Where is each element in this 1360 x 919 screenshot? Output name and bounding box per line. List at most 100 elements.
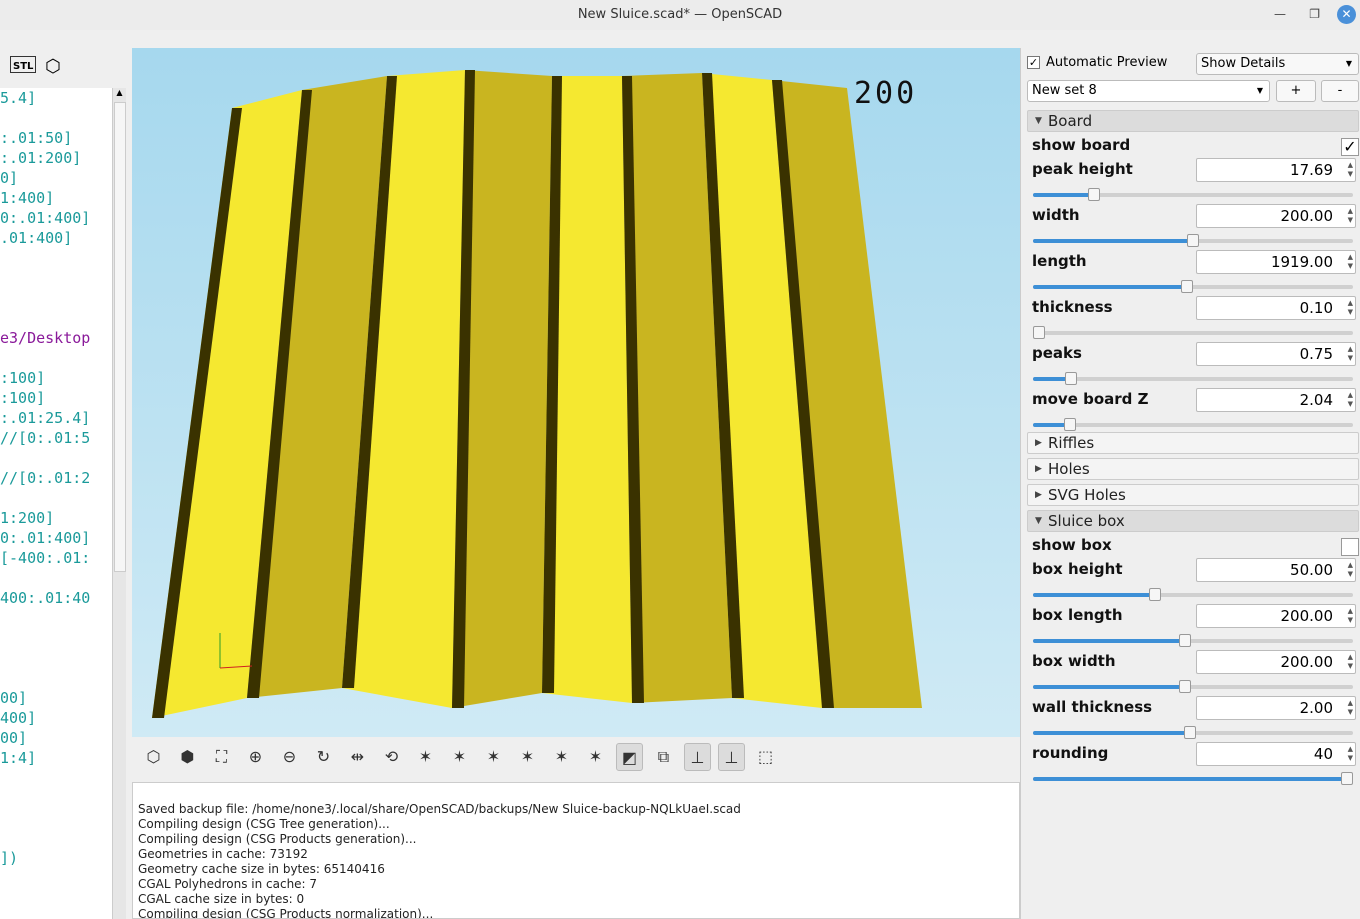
section-sluice-box[interactable]: ▼ Sluice box [1027,510,1359,532]
param-slider[interactable] [1033,634,1353,647]
spinner-icon[interactable]: ▲ ▼ [1348,745,1353,763]
section-board[interactable]: ▼ Board [1027,110,1359,132]
maximize-button[interactable]: ❐ [1309,6,1320,22]
scroll-up-icon[interactable]: ▲ [113,88,126,97]
preview-icon[interactable]: ⬡ [140,743,167,771]
param-value-input[interactable]: 1919.00 ▲ ▼ [1196,250,1356,274]
param-slider[interactable] [1033,772,1353,785]
send-to-print-icon[interactable]: ⬡ [45,56,61,77]
view-perspective-toggle-icon[interactable]: ⇹ [344,743,371,771]
remove-preset-button[interactable]: - [1321,80,1359,102]
orthogonal-icon[interactable]: ⧉ [650,743,677,771]
param-label: wall thickness [1032,698,1153,716]
left-icon[interactable]: ✶ [446,743,473,771]
section-holes[interactable]: ▶ Holes [1027,458,1359,480]
console-line: Geometry cache size in bytes: 65140416 [138,862,385,876]
slider-handle[interactable] [1340,772,1353,785]
spinner-icon[interactable]: ▲ ▼ [1348,161,1353,179]
3d-viewport[interactable]: 200 [132,48,1020,737]
editor-scrollbar[interactable]: ▲ [112,88,126,919]
right-icon[interactable]: ✶ [412,743,439,771]
close-button[interactable]: ✕ [1337,5,1356,24]
slider-handle[interactable] [1033,326,1046,339]
code-line: 400] [0,709,37,727]
slider-handle[interactable] [1183,726,1196,739]
param-value-input[interactable]: 2.00 ▲ ▼ [1196,696,1356,720]
spinner-icon[interactable]: ▲ ▼ [1348,653,1353,671]
window-title: New Sluice.scad* — OpenSCAD [577,7,783,22]
param-value-input[interactable]: 200.00 ▲ ▼ [1196,204,1356,228]
back-icon[interactable]: ✶ [480,743,507,771]
param-slider[interactable] [1033,418,1353,431]
perspective-icon[interactable]: ◩ [616,743,643,771]
slider-handle[interactable] [1187,234,1199,247]
zoom-out-icon[interactable]: ⊖ [276,743,303,771]
section-riffles[interactable]: ▶ Riffles [1027,432,1359,454]
add-preset-button[interactable]: + [1276,80,1316,102]
export-stl-icon[interactable]: STL [10,56,37,73]
sluice-model [152,70,922,718]
param-value-input[interactable]: 50.00 ▲ ▼ [1196,558,1356,582]
bottom-icon[interactable]: ✶ [582,743,609,771]
param-slider[interactable] [1033,280,1353,293]
param-slider[interactable] [1033,372,1353,385]
slider-handle[interactable] [1063,418,1076,431]
preset-select[interactable]: New set 8 ▼ [1027,80,1270,102]
rotate-icon[interactable]: ⟲ [378,743,405,771]
param-checkbox[interactable]: ✓ [1341,138,1359,156]
auto-preview-checkbox[interactable]: ✓ [1027,56,1040,69]
param-slider[interactable] [1033,588,1353,601]
code-line: 00] [0,729,28,747]
spinner-icon[interactable]: ▲ ▼ [1348,391,1353,409]
param-value: 200.00 [1280,653,1334,671]
param-slider[interactable] [1033,326,1353,339]
slider-handle[interactable] [1180,280,1193,293]
spinner-icon[interactable]: ▲ ▼ [1348,207,1353,225]
zoom-in-icon[interactable]: ⊕ [242,743,269,771]
param-slider[interactable] [1033,680,1353,693]
param-slider[interactable] [1033,726,1353,739]
param-slider[interactable] [1033,188,1353,201]
spinner-icon[interactable]: ▲ ▼ [1348,561,1353,579]
render-icon[interactable]: ⬢ [174,743,201,771]
front-icon[interactable]: ✶ [514,743,541,771]
param-value-input[interactable]: 200.00 ▲ ▼ [1196,604,1356,628]
spinner-icon[interactable]: ▲ ▼ [1348,345,1353,363]
slider-handle[interactable] [1179,634,1191,647]
spinner-icon[interactable]: ▲ ▼ [1348,299,1353,317]
param-value-input[interactable]: 0.75 ▲ ▼ [1196,342,1356,366]
chevron-down-icon: ▼ [1035,116,1042,126]
code-line: .01:400] [0,229,73,247]
top-icon[interactable]: ✶ [548,743,575,771]
spinner-icon[interactable]: ▲ ▼ [1348,699,1353,717]
chevron-down-icon: ▼ [1345,59,1352,68]
param-value-input[interactable]: 17.69 ▲ ▼ [1196,158,1356,182]
param-checkbox[interactable] [1341,538,1359,556]
view-all-icon[interactable]: ⛶ [208,743,235,771]
minimize-button[interactable]: — [1274,6,1286,22]
param-value-input[interactable]: 40 ▲ ▼ [1196,742,1356,766]
show-edges-icon[interactable]: ⬚ [752,743,779,771]
slider-handle[interactable] [1148,588,1161,601]
scrollbar-thumb[interactable] [114,102,126,572]
param-label: box width [1032,652,1116,670]
code-editor[interactable]: 5.4]:.01:50]:.01:200] 0] 1:400] 0:.01:400].… [0,88,112,919]
spinner-icon[interactable]: ▲ ▼ [1348,607,1353,625]
show-axes-icon[interactable]: ⊥ [684,743,711,771]
slider-handle[interactable] [1179,680,1191,693]
code-line: ]) [0,849,19,867]
section-svg-holes[interactable]: ▶ SVG Holes [1027,484,1359,506]
spinner-icon[interactable]: ▲ ▼ [1348,253,1353,271]
code-line: e3/Desktop [0,329,91,347]
slider-handle[interactable] [1065,372,1078,385]
param-value-input[interactable]: 0.10 ▲ ▼ [1196,296,1356,320]
show-scale-markers-icon[interactable]: ⊥ [718,743,745,771]
param-value-input[interactable]: 2.04 ▲ ▼ [1196,388,1356,412]
slider-handle[interactable] [1087,188,1100,201]
param-slider[interactable] [1033,234,1353,247]
details-select[interactable]: Show Details ▼ [1196,53,1359,75]
param-value-input[interactable]: 200.00 ▲ ▼ [1196,650,1356,674]
reset-view-icon[interactable]: ↻ [310,743,337,771]
